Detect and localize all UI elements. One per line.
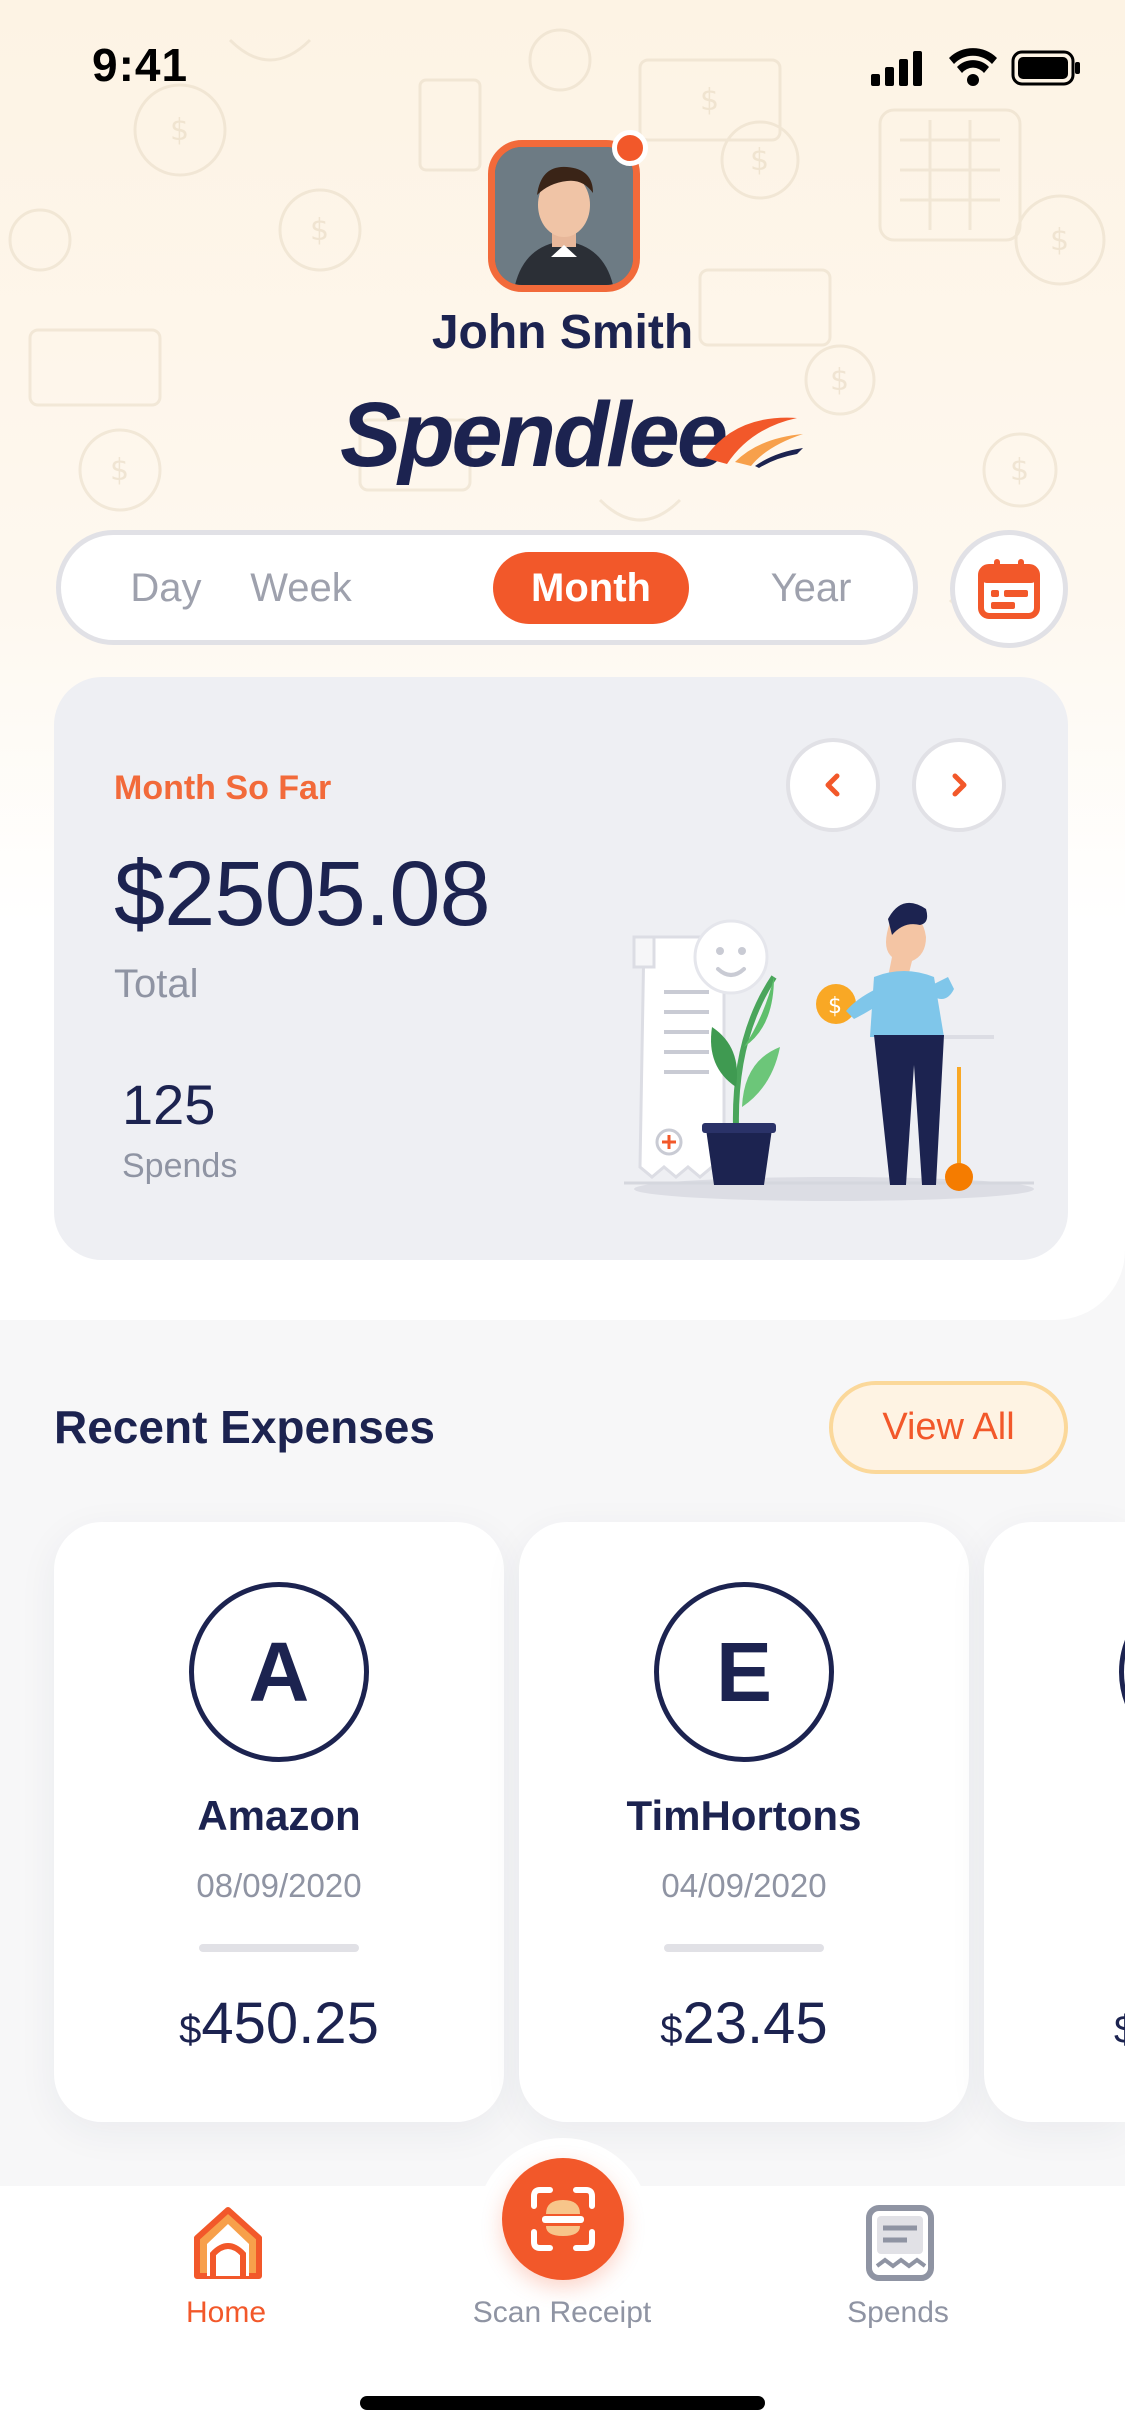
expense-date: 08/09/2020 <box>196 1867 362 1904</box>
chevron-left-icon <box>825 773 840 797</box>
next-period-button[interactable] <box>912 738 1006 832</box>
scan-receipt-label: Scan Receipt <box>472 2296 652 2329</box>
svg-text:$: $ <box>828 994 842 1019</box>
spends-count: 125 <box>122 1073 216 1136</box>
notification-dot <box>612 130 648 166</box>
summary-card: Month So Far $2505.08 Total 125 Spends $ <box>54 677 1068 1260</box>
svg-text:$: $ <box>110 453 129 488</box>
expense-amount: $ <box>1114 1990 1125 2057</box>
wifi-icon <box>949 48 997 86</box>
status-bar: 9:41 <box>0 0 1125 130</box>
recent-expenses-title: Recent Expenses <box>54 1401 435 1453</box>
expense-amount: $23.45 <box>519 1990 969 2057</box>
tab-day[interactable]: Day <box>101 552 231 624</box>
savings-illustration: $ <box>624 902 1034 1201</box>
svg-text:$: $ <box>1050 223 1069 258</box>
status-icons <box>871 48 1080 86</box>
currency-symbol: $ <box>660 2008 683 2052</box>
amount-value: 450.25 <box>201 1991 379 2056</box>
merchant-name: TimHortons <box>626 1792 862 1839</box>
calendar-button[interactable] <box>950 530 1068 648</box>
status-time: 9:41 <box>92 39 189 91</box>
svg-text:$: $ <box>1010 453 1029 488</box>
expense-card[interactable]: A Amazon 08/09/2020 $450.25 <box>54 1522 504 2122</box>
tab-year[interactable]: Year <box>741 552 881 624</box>
divider <box>664 1944 824 1952</box>
period-selector: Day Week Month Year <box>56 530 918 645</box>
home-indicator <box>360 2396 765 2410</box>
currency-symbol: $ <box>1114 2008 1125 2052</box>
expense-amount: $450.25 <box>54 1990 504 2057</box>
scan-receipt-icon <box>531 2187 595 2251</box>
tab-spends[interactable]: Spends <box>768 2186 1028 2356</box>
scan-receipt-button[interactable] <box>502 2158 624 2280</box>
expense-card[interactable]: E TimHortons 04/09/2020 $23.45 <box>519 1522 969 2122</box>
merchant-initial <box>1119 1582 1125 1762</box>
brand-logo: Spendlee <box>340 380 803 490</box>
avatar <box>488 140 640 292</box>
svg-text:$: $ <box>310 213 329 248</box>
cellular-signal-icon <box>871 51 922 86</box>
user-name: John Smith <box>431 306 694 359</box>
profile-avatar-button[interactable] <box>488 130 648 292</box>
merchant-initial: A <box>189 1582 369 1762</box>
tab-home[interactable]: Home <box>96 2186 356 2356</box>
period-label: Month So Far <box>114 769 332 807</box>
amount-value: 23.45 <box>682 1991 828 2056</box>
battery-icon <box>1011 50 1080 86</box>
expense-date: 04/09/2020 <box>661 1867 827 1904</box>
previous-period-button[interactable] <box>786 738 880 832</box>
tab-home-label: Home <box>185 2296 267 2329</box>
spends-label: Spends <box>122 1147 238 1185</box>
svg-text:$: $ <box>750 143 769 178</box>
tab-month[interactable]: Month <box>493 552 689 624</box>
total-label: Total <box>114 962 199 1006</box>
tab-spends-label: Spends <box>847 2296 949 2329</box>
expense-card-partial[interactable]: $ <box>984 1522 1125 2122</box>
svg-text:$: $ <box>830 363 849 398</box>
currency-symbol: $ <box>179 2008 202 2052</box>
total-amount: $2505.08 <box>114 843 491 945</box>
view-all-button[interactable]: View All <box>829 1381 1068 1474</box>
chevron-right-icon <box>952 773 967 797</box>
brand-wordmark: Spendlee <box>340 384 728 486</box>
brand-swoosh-icon <box>705 417 803 468</box>
merchant-name: Amazon <box>197 1792 361 1839</box>
avatar-photo <box>495 147 633 285</box>
divider <box>199 1944 359 1952</box>
home-icon <box>194 2207 262 2279</box>
receipt-list-icon <box>866 2205 934 2281</box>
calendar-icon <box>978 559 1040 619</box>
tab-week[interactable]: Week <box>226 552 376 624</box>
merchant-initial: E <box>654 1582 834 1762</box>
